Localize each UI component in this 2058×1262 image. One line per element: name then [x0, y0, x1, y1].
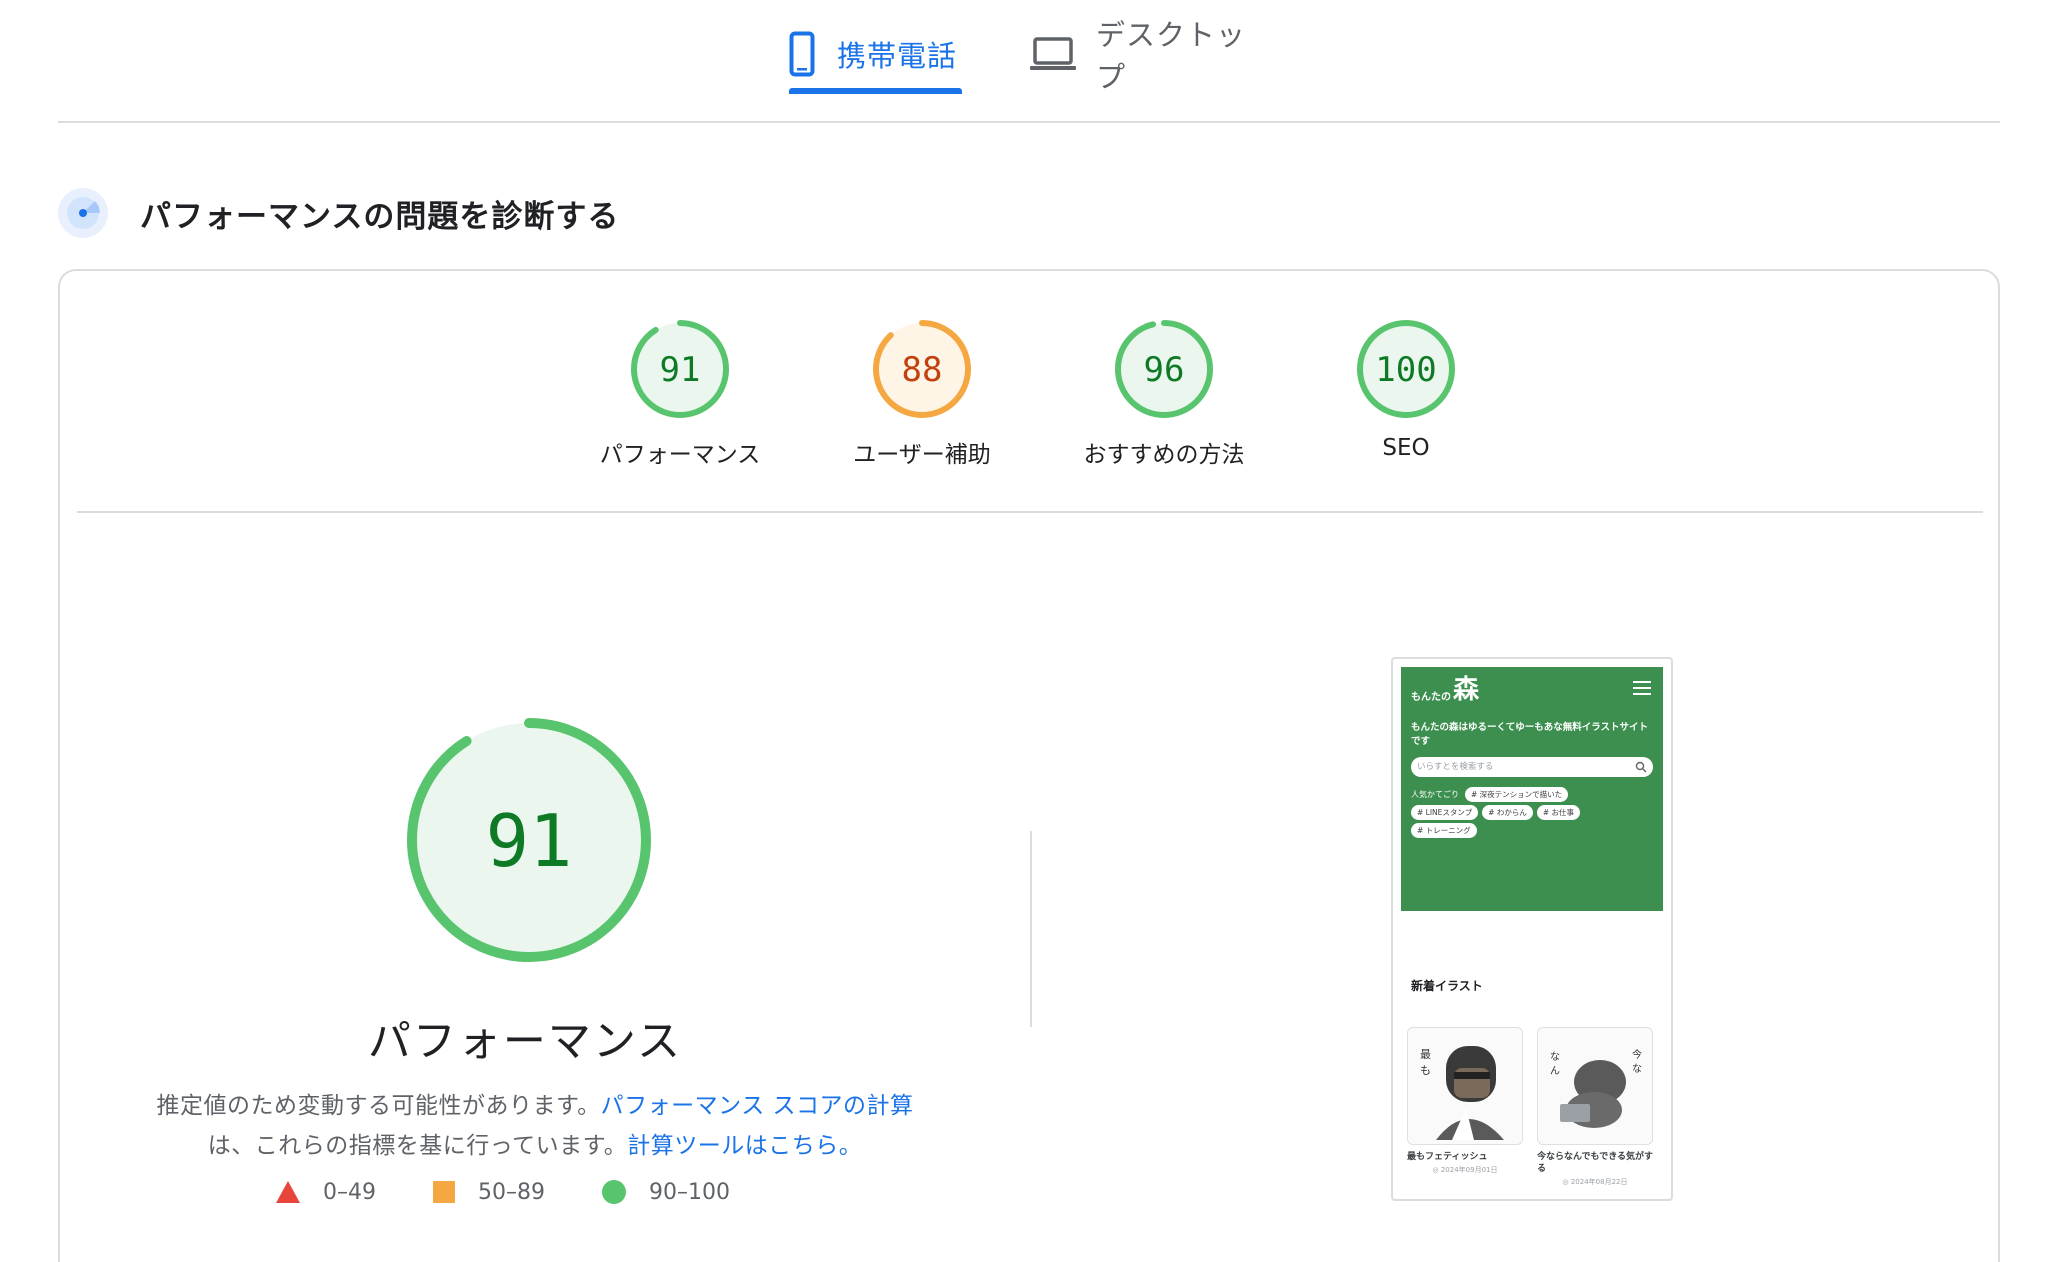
score-gauges: 91 パフォーマンス 88 ユーザー補助 96 おすすめの方法 100 SEO — [580, 319, 1580, 479]
section-title: パフォーマンスの問題を診断する — [140, 198, 620, 235]
search-icon — [1635, 761, 1647, 773]
circle-icon — [602, 1180, 626, 1204]
gauge-accessibility-score: 88 — [902, 350, 943, 390]
site-logo-big: 森 — [1453, 675, 1480, 705]
gauge-accessibility-ring: 88 — [873, 320, 971, 418]
tab-mobile-label: 携帯電話 — [837, 39, 958, 73]
vertical-divider — [1030, 831, 1032, 1027]
site-tagline: もんたの森はゆるーくてゆーもあな無料イラストサイトです — [1411, 722, 1649, 747]
square-icon — [433, 1181, 455, 1203]
page-screenshot-thumbnail[interactable]: もんたの森 もんたの森はゆるーくてゆーもあな無料イラストサイトです いらすとを検… — [1391, 657, 1673, 1201]
hamburger-menu-icon — [1633, 681, 1651, 695]
performance-desc-text-2: は、これらの指標を基に行っています。 — [207, 1133, 628, 1159]
tag-chip: # トレーニング — [1411, 823, 1477, 838]
legend-average: 50–89 — [432, 1180, 545, 1205]
triangle-icon — [276, 1181, 300, 1203]
section-header: パフォーマンスの問題を診断する — [58, 188, 619, 238]
site-logo-prefix: もんたの — [1411, 692, 1451, 703]
tag-row-2: # LINEスタンプ # わからん # お仕事 — [1411, 805, 1584, 820]
gauge-seo-label: SEO — [1382, 435, 1430, 461]
legend-average-range: 50–89 — [478, 1179, 545, 1205]
laptop-icon — [1030, 36, 1076, 72]
gauge-best-practices-ring: 96 — [1115, 320, 1213, 418]
legend-pass: 90–100 — [601, 1179, 730, 1205]
tabs-divider — [58, 121, 2000, 123]
tag-chip: # LINEスタンプ — [1411, 805, 1479, 820]
gauge-performance-score: 91 — [660, 350, 701, 390]
gauge-seo[interactable]: 100 SEO — [1306, 319, 1506, 461]
site-logo: もんたの森 — [1411, 677, 1479, 703]
tag-row-1: 人気かてごり # 深夜テンションで描いた — [1411, 787, 1572, 802]
gauge-performance-label: パフォーマンス — [599, 442, 761, 468]
post-card: 最 も 最もフェティッシュ ◎ 2024年09月01日 — [1407, 1027, 1523, 1175]
post-date: ◎ 2024年08月22日 — [1562, 1178, 1628, 1186]
site-hero: もんたの森 もんたの森はゆるーくてゆーもあな無料イラストサイトです いらすとを検… — [1401, 667, 1663, 911]
performance-desc-text-1: 推定値のため変動する可能性があります。 — [156, 1093, 601, 1119]
svg-text:な: な — [1632, 1063, 1642, 1075]
performance-description: 推定値のため変動する可能性があります。パフォーマンス スコアの計算 は、これらの… — [140, 1086, 930, 1166]
post-title: 最もフェティッシュ — [1407, 1152, 1488, 1162]
calculator-link[interactable]: 計算ツールはこちら。 — [627, 1133, 862, 1159]
tab-desktop[interactable]: デスクトップ — [1030, 18, 1270, 94]
tab-desktop-label: デスクトップ — [1096, 18, 1247, 94]
diagnose-icon — [58, 188, 108, 238]
gauge-best-practices[interactable]: 96 おすすめの方法 — [1064, 319, 1264, 469]
score-calc-link[interactable]: パフォーマンス スコアの計算 — [601, 1093, 914, 1119]
gauge-best-practices-score: 96 — [1144, 350, 1185, 390]
performance-big-gauge: 91 — [407, 718, 651, 962]
performance-title: パフォーマンス — [367, 1017, 683, 1067]
smartphone-icon — [789, 31, 815, 77]
gauge-seo-ring: 100 — [1357, 320, 1455, 418]
svg-text:今: 今 — [1632, 1048, 1642, 1061]
svg-text:も: も — [1420, 1064, 1431, 1077]
card-divider — [77, 511, 1983, 513]
post-card: な ん 今 な 今ならなんでもできる気がする ◎ 2024年08月22日 — [1537, 1027, 1653, 1187]
post-illustration-2: な ん 今 な — [1537, 1027, 1653, 1145]
legend-fail: 0–49 — [275, 1180, 376, 1205]
svg-text:ん: ん — [1550, 1065, 1560, 1077]
tag-chip: # 深夜テンションで描いた — [1465, 787, 1569, 802]
device-tabs: 携帯電話 デスクトップ — [0, 0, 2058, 123]
gauge-seo-score: 100 — [1375, 350, 1436, 390]
tag-chip: # お仕事 — [1536, 805, 1581, 820]
gauge-performance[interactable]: 91 パフォーマンス — [580, 319, 780, 469]
site-search-placeholder: いらすとを検索する — [1417, 762, 1494, 772]
report-card: 91 パフォーマンス 88 ユーザー補助 96 おすすめの方法 100 SEO … — [58, 269, 2000, 1262]
post-date: ◎ 2024年09月01日 — [1432, 1166, 1498, 1174]
gauge-best-practices-label: おすすめの方法 — [1083, 442, 1245, 468]
svg-text:な: な — [1550, 1051, 1560, 1063]
post-illustration-1: 最 も — [1407, 1027, 1523, 1145]
popular-category-label: 人気かてごり — [1411, 790, 1459, 799]
active-tab-indicator — [789, 88, 962, 94]
tab-mobile[interactable]: 携帯電話 — [789, 18, 965, 90]
gauge-performance-ring: 91 — [631, 320, 729, 418]
new-illustrations-heading: 新着イラスト — [1411, 979, 1483, 993]
tag-row-3: # トレーニング — [1411, 823, 1481, 838]
score-legend: 0–49 50–89 90–100 — [275, 1177, 786, 1207]
performance-big-score: 91 — [486, 799, 573, 883]
tag-chip: # わからん — [1482, 805, 1533, 820]
svg-text:最: 最 — [1420, 1048, 1431, 1061]
site-search-box: いらすとを検索する — [1411, 757, 1653, 777]
legend-pass-range: 90–100 — [649, 1179, 730, 1205]
gauge-accessibility[interactable]: 88 ユーザー補助 — [822, 319, 1022, 469]
gauge-accessibility-label: ユーザー補助 — [853, 442, 991, 468]
post-title: 今ならなんでもできる気がする — [1537, 1152, 1654, 1174]
legend-fail-range: 0–49 — [323, 1179, 376, 1205]
